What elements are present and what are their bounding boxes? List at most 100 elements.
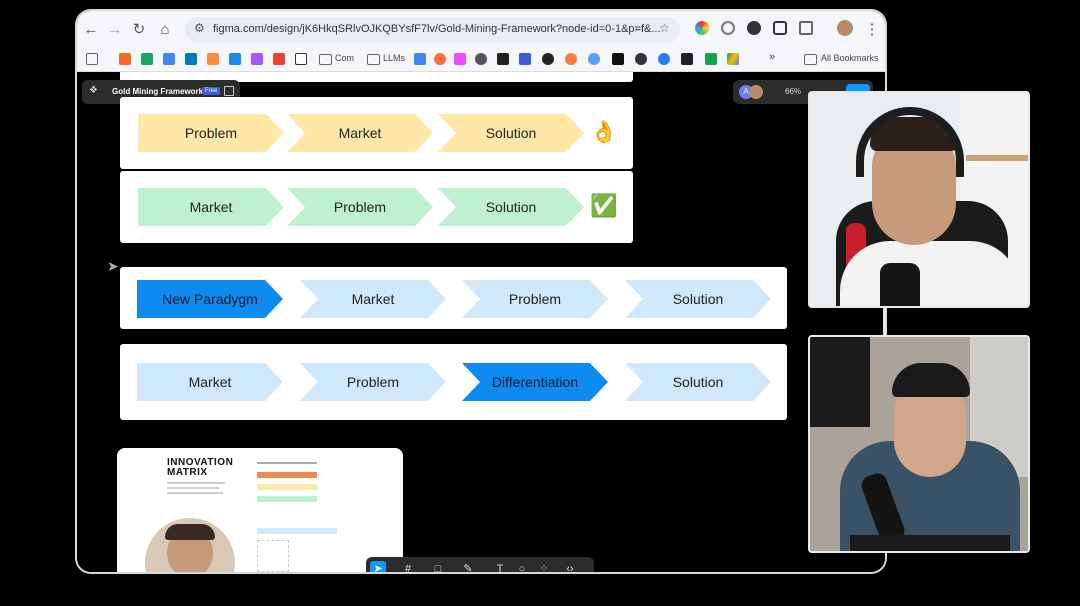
extension-refresh-icon[interactable] bbox=[721, 21, 735, 35]
address-bar[interactable]: ⚙ figma.com/design/jK6HkqSRlvOJKQBYsfF7l… bbox=[185, 17, 680, 43]
text-tool-icon[interactable]: T bbox=[492, 561, 508, 572]
step-chevron: Problem bbox=[300, 363, 446, 401]
bookmark-icon[interactable] bbox=[497, 53, 509, 65]
step-chevron: Solution bbox=[438, 114, 584, 152]
folder-icon[interactable] bbox=[367, 54, 380, 65]
folder-icon[interactable] bbox=[804, 54, 817, 65]
bookmark-icon[interactable] bbox=[434, 53, 446, 65]
bookmark-icon[interactable] bbox=[251, 53, 263, 65]
bookmark-icon[interactable] bbox=[519, 53, 531, 65]
bookmark-icon[interactable] bbox=[141, 53, 153, 65]
figma-toolbar: ➤ # □ ✎ T ○ ⁘ ‹› bbox=[366, 557, 594, 572]
bookmark-icon[interactable] bbox=[565, 53, 577, 65]
bookmark-folder-label[interactable]: LLMs bbox=[383, 53, 405, 63]
step-chevron: Solution bbox=[438, 188, 584, 226]
white-tshirt bbox=[840, 241, 1020, 306]
step-chevron: Problem bbox=[287, 188, 433, 226]
plan-badge: Free bbox=[202, 87, 221, 95]
headphones bbox=[856, 107, 964, 177]
home-icon[interactable]: ⌂ bbox=[155, 20, 175, 40]
bookmark-icon[interactable] bbox=[705, 53, 717, 65]
menu-kebab-icon[interactable]: ⋮ bbox=[862, 20, 882, 40]
comment-tool-icon[interactable]: ○ bbox=[514, 561, 530, 572]
figma-canvas[interactable]: ❖ Gold Mining Framework Free A 66% Probl… bbox=[77, 72, 885, 572]
bookmark-icon[interactable] bbox=[681, 53, 693, 65]
apps-grid-icon[interactable] bbox=[86, 53, 98, 65]
microphone bbox=[880, 263, 920, 306]
thumbnail-chevron-row bbox=[257, 484, 317, 490]
bookmark-icon[interactable] bbox=[588, 53, 600, 65]
bookmark-icon[interactable] bbox=[414, 53, 426, 65]
bookmark-icon[interactable] bbox=[229, 53, 241, 65]
frame-tool-icon[interactable]: # bbox=[400, 561, 416, 572]
extension-color-icon[interactable] bbox=[695, 21, 709, 35]
move-tool-icon[interactable]: ➤ bbox=[370, 561, 386, 572]
bookmark-star-icon[interactable]: ☆ bbox=[659, 21, 670, 35]
bookmark-icon[interactable] bbox=[163, 53, 175, 65]
thumbnail-chevron-row bbox=[257, 528, 337, 534]
framework-card-1[interactable]: Problem Market Solution 👌 bbox=[120, 97, 633, 169]
rectangle-tool-icon[interactable]: □ bbox=[430, 561, 446, 572]
bookmark-icon[interactable] bbox=[658, 53, 670, 65]
step-chevron-highlighted: New Paradygm bbox=[137, 280, 283, 318]
bookmark-icon[interactable] bbox=[207, 53, 219, 65]
all-bookmarks-label[interactable]: All Bookmarks bbox=[821, 53, 879, 63]
webcam-feed-guest bbox=[808, 335, 1030, 553]
bookmark-icon[interactable] bbox=[119, 53, 131, 65]
thumbnail-box bbox=[257, 540, 289, 572]
check-mark-icon: ✅ bbox=[590, 193, 618, 218]
extension-send-icon[interactable] bbox=[773, 21, 787, 35]
extensions-puzzle-icon[interactable] bbox=[799, 21, 813, 35]
step-chevron: Market bbox=[137, 363, 283, 401]
bookmark-icon[interactable] bbox=[635, 53, 647, 65]
bookmark-icon[interactable] bbox=[185, 53, 197, 65]
notion-icon[interactable] bbox=[295, 53, 307, 65]
folder-icon[interactable] bbox=[319, 54, 332, 65]
more-bookmarks-icon[interactable]: » bbox=[769, 51, 775, 63]
back-icon[interactable]: ← bbox=[81, 20, 101, 40]
shelf bbox=[966, 155, 1028, 161]
profile-avatar[interactable] bbox=[837, 20, 853, 36]
site-settings-icon[interactable]: ⚙ bbox=[194, 21, 205, 35]
sidebar-toggle-icon[interactable] bbox=[224, 86, 234, 96]
step-chevron: Market bbox=[287, 114, 433, 152]
bookmark-icon[interactable] bbox=[612, 53, 624, 65]
drive-icon[interactable] bbox=[727, 53, 739, 65]
zoom-level[interactable]: 66% bbox=[785, 87, 801, 96]
forward-icon[interactable]: → bbox=[105, 20, 125, 40]
pen-tool-icon[interactable]: ✎ bbox=[460, 561, 476, 572]
user-avatar[interactable] bbox=[749, 85, 763, 99]
thumbnail-text-line bbox=[257, 462, 317, 464]
thumbnail-text-line bbox=[167, 487, 219, 489]
dev-mode-icon[interactable]: ‹› bbox=[562, 561, 578, 572]
thumbnail-title-line: MATRIX bbox=[167, 467, 208, 478]
figma-menu-icon[interactable]: ❖ bbox=[89, 85, 98, 96]
bookmark-folder-label[interactable]: Com bbox=[335, 53, 354, 63]
file-name: Gold Mining Framework bbox=[112, 87, 204, 96]
cursor-icon: ➤ bbox=[107, 258, 119, 274]
cap bbox=[892, 363, 970, 397]
browser-window: ← → ↻ ⌂ ⚙ figma.com/design/jK6HkqSRlvOJK… bbox=[77, 11, 885, 572]
step-chevron: Problem bbox=[138, 114, 284, 152]
bookmark-icon[interactable] bbox=[454, 53, 466, 65]
resources-tool-icon[interactable]: ⁘ bbox=[536, 561, 552, 572]
thumbnail-text-line bbox=[167, 492, 223, 494]
url-text: figma.com/design/jK6HkqSRlvOJKQBYsfF7lv/… bbox=[213, 23, 661, 35]
innovation-matrix-frame[interactable]: INNOVATION MATRIX bbox=[117, 448, 403, 572]
framework-card-2[interactable]: Market Problem Solution ✅ bbox=[120, 171, 633, 243]
zoom-icon[interactable]: ⌕ bbox=[635, 21, 642, 36]
desk-edge bbox=[850, 535, 1010, 551]
bookmark-icon[interactable] bbox=[542, 53, 554, 65]
avatar bbox=[145, 518, 235, 572]
bookmark-icon[interactable] bbox=[475, 53, 487, 65]
framework-card-4[interactable]: Market Problem Differentiation Solution bbox=[120, 344, 787, 420]
reload-icon[interactable]: ↻ bbox=[129, 20, 149, 40]
step-chevron: Solution bbox=[625, 363, 771, 401]
bookmark-icon[interactable] bbox=[273, 53, 285, 65]
step-chevron: Problem bbox=[462, 280, 608, 318]
extension-dark-icon[interactable] bbox=[747, 21, 761, 35]
thumbnail-text-line bbox=[167, 482, 225, 484]
thumbnail-chevron-row bbox=[257, 472, 317, 478]
framework-card-3[interactable]: New Paradygm Market Problem Solution bbox=[120, 267, 787, 329]
ok-hand-icon: 👌 bbox=[590, 119, 618, 144]
